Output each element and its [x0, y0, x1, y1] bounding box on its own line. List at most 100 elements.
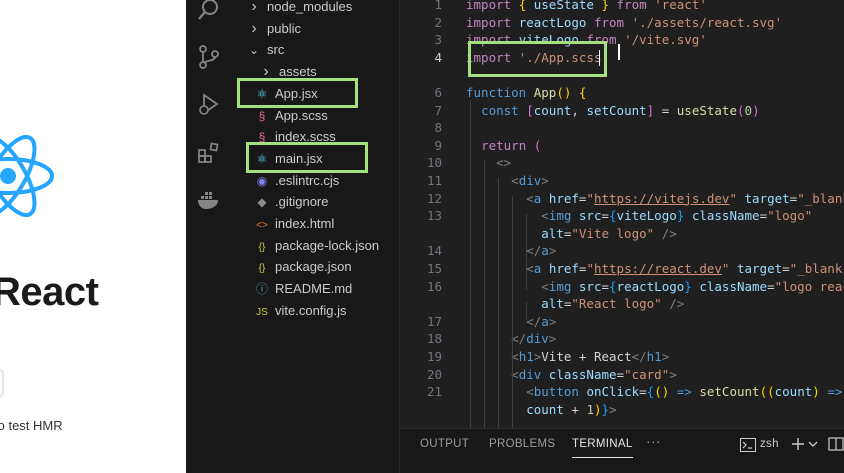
split-terminal-icon[interactable]: [828, 436, 844, 452]
tree-item-label: App.scss: [275, 107, 328, 123]
tree-item-label: assets: [279, 64, 317, 80]
file--gitignore[interactable]: ◆ .gitignore: [254, 191, 328, 213]
html-icon: <>: [256, 220, 268, 231]
file-explorer: › node_modules › public ⌄ src › assets ⚛ App.jsx §…: [232, 0, 400, 473]
code-line: 1 import { useState } from 'react': [400, 0, 844, 14]
code-text: <img src={reactLogo} className="logo rea…: [541, 278, 844, 294]
code-line: 7 const [count, setCount] = useState(0): [400, 102, 844, 120]
line-number: 12: [426, 190, 442, 206]
code-line: 14 </a>: [400, 242, 844, 260]
code-line: 19 <h1>Vite + React</h1>: [400, 348, 844, 366]
code-line: count + 1)}>: [400, 401, 844, 419]
tree-item-label: index.html: [275, 216, 335, 231]
code-line: 3 import viteLogo from '/vite.svg': [400, 31, 844, 49]
chevron-right-icon: ›: [251, 19, 257, 37]
line-number: 6: [434, 85, 442, 100]
code-line: alt="Vite logo" />: [400, 225, 844, 243]
tree-item-label: package-lock.json: [275, 237, 380, 253]
tab-terminal[interactable]: TERMINAL: [572, 438, 633, 458]
tree-item-label: public: [267, 20, 301, 36]
json-icon: {}: [258, 241, 266, 253]
more-actions-icon[interactable]: ···: [646, 433, 661, 449]
tree-item-label: package.json: [275, 259, 352, 275]
highlight-import-line: [468, 41, 607, 77]
source-control-icon[interactable]: [197, 45, 221, 69]
vscode-window: › node_modules › public ⌄ src › assets ⚛ App.jsx §…: [186, 0, 844, 473]
code-line: 4 import './App.scss': [400, 49, 844, 67]
highlight-app-jsx: [237, 78, 358, 108]
tree-item-label: .gitignore: [275, 194, 329, 210]
chevron-down-icon[interactable]: [808, 439, 818, 449]
run-debug-icon[interactable]: [197, 92, 221, 116]
code-text: import { useState } from 'react': [466, 0, 707, 12]
code-line: 18 </div>: [400, 330, 844, 348]
info-icon: ⓘ: [255, 282, 268, 297]
indent-guide: [526, 214, 527, 290]
code-text: return (: [481, 137, 542, 153]
tab-output[interactable]: OUTPUT: [420, 438, 469, 450]
tree-item-label: src: [267, 42, 285, 58]
count-button[interactable]: [0, 368, 4, 398]
chevron-down-icon: ⌄: [248, 43, 260, 58]
line-number: 9: [434, 137, 442, 153]
terminal-shell-label[interactable]: zsh: [760, 438, 779, 450]
code-text: function App() {: [466, 85, 587, 100]
mouse-ibeam-icon: [618, 44, 620, 60]
code-line: 20 <div className="card">: [400, 366, 844, 384]
chevron-right-icon: ›: [251, 0, 257, 15]
json-icon: {}: [258, 263, 266, 275]
folder-src[interactable]: ⌄ src: [246, 39, 284, 61]
tab-problems[interactable]: PROBLEMS: [489, 438, 555, 450]
code-text: <button onClick={() => setCount((count) …: [526, 384, 843, 400]
code-text: <h1>Vite + React</h1>: [511, 349, 670, 364]
line-number: 15: [426, 261, 442, 276]
file-package-lock-json[interactable]: {} package-lock.json: [254, 235, 379, 257]
code-line: 17 </a>: [400, 313, 844, 331]
folder-public[interactable]: › public: [246, 18, 301, 40]
code-line: 16 <img src={reactLogo} className="logo …: [400, 278, 844, 296]
tree-item-label: node_modules: [267, 0, 353, 14]
terminal-icon: [740, 438, 756, 452]
line-number: 13: [426, 208, 442, 224]
line-number: 21: [426, 384, 442, 400]
code-text: count + 1)}>: [526, 401, 617, 417]
git-icon: ◆: [257, 195, 267, 210]
code-line: 15 <a href="https://react.dev" target="_…: [400, 260, 844, 278]
code-text: <img src={viteLogo} className="logo": [541, 208, 813, 224]
docker-icon[interactable]: [197, 188, 221, 212]
line-number: 4: [434, 49, 442, 65]
extensions-icon[interactable]: [197, 141, 221, 165]
react-logo-icon: [0, 128, 56, 228]
code-editor[interactable]: 1 import { useState } from 'react' 2 import…: [400, 0, 844, 430]
activity-bar: [186, 0, 232, 473]
code-line: 13 <img src={viteLogo} className="logo": [400, 207, 844, 225]
code-text: const [count, setCount] = useState(0): [481, 102, 760, 118]
code-line: 2 import reactLogo from './assets/react.s…: [400, 14, 844, 32]
bottom-panel: OUTPUT PROBLEMS TERMINAL ··· zsh: [400, 428, 844, 473]
line-number: 8: [434, 120, 442, 136]
line-number: 17: [426, 313, 442, 329]
code-text: <a href="https://vitejs.dev" target="_bl…: [526, 190, 844, 206]
preview-title: React: [0, 270, 99, 314]
line-number: 18: [426, 331, 442, 347]
search-icon[interactable]: [197, 0, 221, 22]
line-number: 2: [434, 14, 442, 30]
file-vite-config-js[interactable]: JS vite.config.js: [254, 300, 346, 322]
file-readme-md[interactable]: ⓘ README.md: [254, 278, 352, 300]
code-line: 12 <a href="https://vitejs.dev" target="…: [400, 190, 844, 208]
indent-guide: [484, 160, 485, 430]
new-terminal-icon[interactable]: [790, 436, 806, 452]
line-number: 16: [426, 278, 442, 294]
file-package-json[interactable]: {} package.json: [254, 256, 352, 278]
preview-hint: to test HMR: [0, 418, 63, 433]
code-text: <a href="https://react.dev" target="_bla…: [526, 261, 844, 276]
code-line: 9 return (: [400, 137, 844, 155]
code-line: alt="React logo" />: [400, 295, 844, 313]
indent-guide: [498, 178, 499, 430]
folder-node-modules[interactable]: › node_modules: [246, 0, 352, 18]
tree-item-label: README.md: [275, 281, 353, 297]
indent-guide: [526, 302, 527, 320]
file-index-html[interactable]: <> index.html: [254, 213, 334, 235]
code-line: 10 <>: [400, 154, 844, 172]
